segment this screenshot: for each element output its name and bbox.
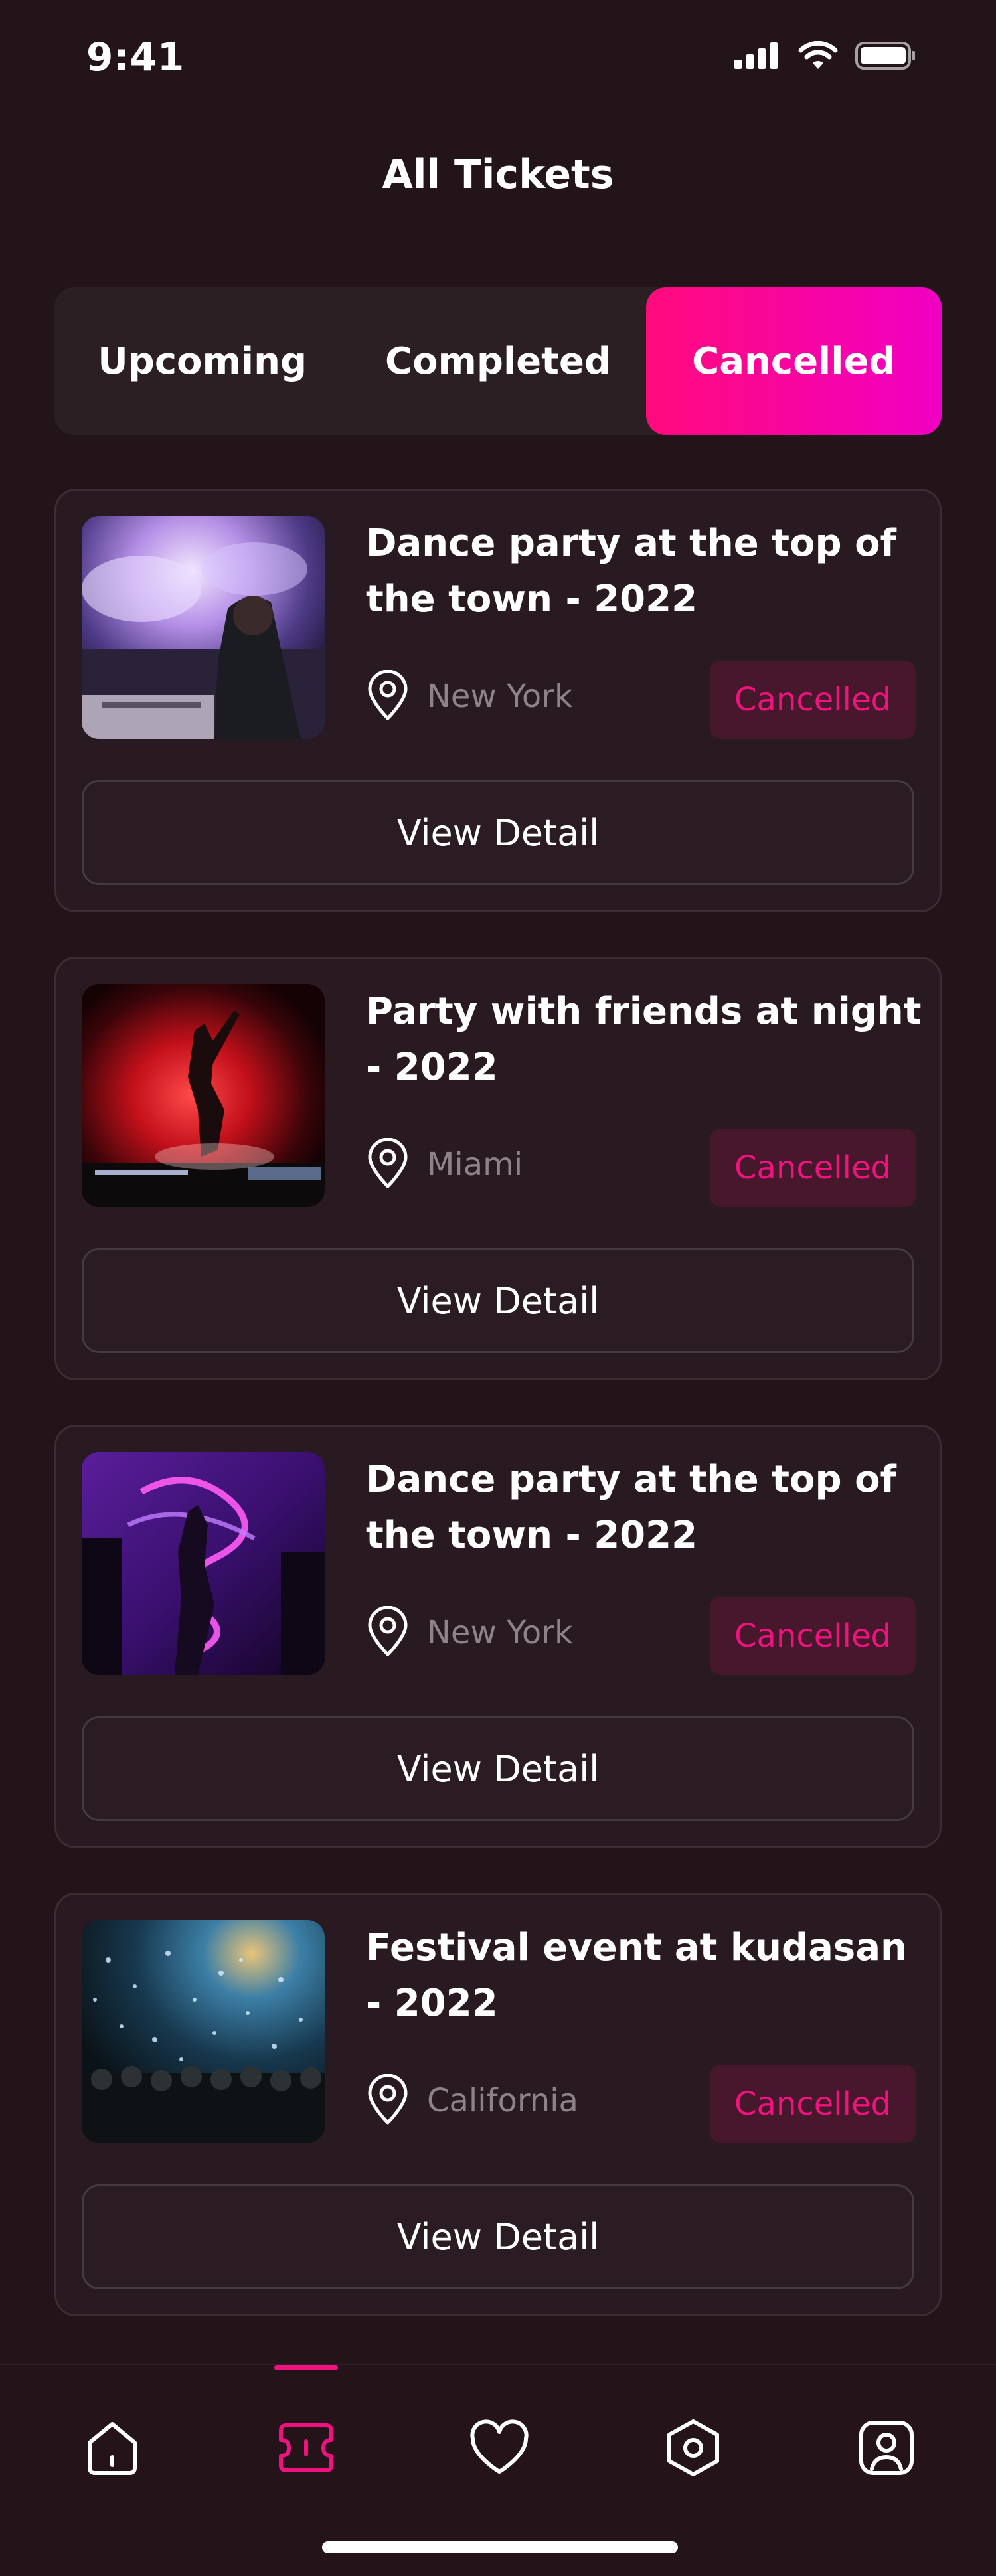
location-pin-icon — [366, 1137, 410, 1191]
location-text: California — [427, 2082, 578, 2119]
page-title: All Tickets — [382, 151, 614, 198]
signal-icon — [734, 42, 781, 72]
status-bar: 9:41 — [0, 0, 996, 120]
location-pin-icon — [366, 2073, 410, 2127]
status-badge: Cancelled — [710, 2065, 916, 2143]
location-text: New York — [427, 1614, 573, 1651]
location-pin-icon — [366, 1605, 410, 1659]
ticket-list: Dance party at the top of the town - 202… — [54, 489, 942, 2361]
status-time: 9:41 — [86, 35, 185, 80]
profile-icon — [855, 2416, 918, 2482]
location-pin-icon — [366, 669, 410, 723]
status-badge: Cancelled — [710, 1129, 916, 1207]
nav-home[interactable] — [76, 2413, 149, 2486]
view-detail-button[interactable]: View Detail — [82, 780, 914, 885]
ticket-location: California — [366, 2073, 578, 2127]
home-indicator — [322, 2541, 678, 2553]
ticket-location: Miami — [366, 1137, 523, 1191]
ticket-title: Festival event at kudasan - 2022 — [366, 1926, 907, 2025]
ticket-status-tabs: Upcoming Completed Cancelled — [54, 287, 942, 435]
nav-profile[interactable] — [850, 2413, 923, 2486]
ticket-card: Party with friends at night - 2022 Miami… — [54, 957, 942, 1380]
view-detail-button[interactable]: View Detail — [82, 1248, 914, 1353]
battery-icon — [855, 41, 916, 73]
status-badge: Cancelled — [710, 661, 916, 739]
heart-icon — [466, 2416, 533, 2482]
view-detail-button[interactable]: View Detail — [82, 1716, 914, 1821]
status-badge: Cancelled — [710, 1597, 916, 1675]
tab-completed[interactable]: Completed — [350, 287, 645, 435]
ticket-title: Dance party at the top of the town - 202… — [366, 522, 896, 621]
wifi-icon — [798, 40, 838, 73]
active-tab-indicator — [274, 2365, 338, 2370]
event-image-festival-confetti — [82, 1920, 325, 2143]
nav-settings[interactable] — [657, 2413, 730, 2486]
location-text: New York — [427, 678, 573, 715]
ticket-icon — [273, 2416, 339, 2482]
ticket-card: Festival event at kudasan - 2022 Califor… — [54, 1893, 942, 2316]
ticket-card: Dance party at the top of the town - 202… — [54, 489, 942, 912]
ticket-location: New York — [366, 1605, 573, 1659]
nav-favorites[interactable] — [463, 2413, 536, 2486]
event-image-neon-dance — [82, 1452, 325, 1675]
settings-icon — [661, 2416, 725, 2482]
nav-tickets[interactable] — [270, 2413, 343, 2486]
ticket-card: Dance party at the top of the town - 202… — [54, 1425, 942, 1848]
event-image-dj-concert — [82, 516, 325, 739]
status-icons — [734, 40, 916, 73]
ticket-title: Party with friends at night - 2022 — [366, 990, 922, 1089]
ticket-title: Dance party at the top of the town - 202… — [366, 1458, 896, 1557]
tab-upcoming[interactable]: Upcoming — [54, 287, 350, 435]
location-text: Miami — [427, 1146, 523, 1183]
ticket-location: New York — [366, 669, 573, 723]
view-detail-button[interactable]: View Detail — [82, 2184, 914, 2289]
event-image-dancer-red-light — [82, 984, 325, 1207]
home-icon — [80, 2416, 144, 2482]
tab-cancelled[interactable]: Cancelled — [645, 287, 942, 435]
